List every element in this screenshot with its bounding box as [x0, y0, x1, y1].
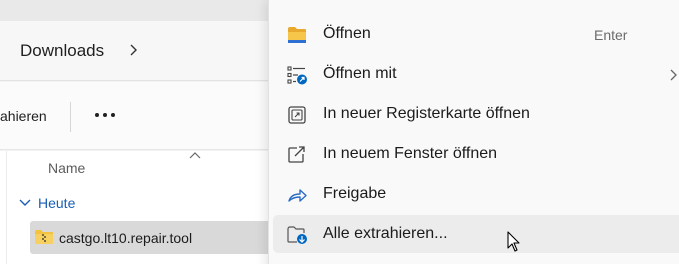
open-with-icon — [287, 66, 307, 85]
extract-all-icon — [287, 226, 307, 244]
submenu-arrow-icon — [670, 69, 677, 81]
context-menu: Öffnen Enter Öffnen mit In neuer Registe… — [268, 0, 679, 264]
menu-item-open-new-window[interactable]: In neuem Fenster öffnen — [273, 135, 679, 173]
menu-item-open-with[interactable]: Öffnen mit — [273, 55, 679, 93]
more-options-icon[interactable] — [92, 106, 118, 124]
menu-item-label: Öffnen mit — [323, 65, 397, 82]
sort-ascending-icon — [189, 152, 201, 159]
column-divider — [6, 151, 7, 264]
menu-item-label: Alle extrahieren... — [323, 225, 448, 242]
name-column-header[interactable]: Name — [48, 160, 85, 176]
zip-folder-icon — [35, 230, 53, 244]
new-tab-icon — [288, 106, 306, 124]
breadcrumb-downloads[interactable]: Downloads — [20, 41, 104, 61]
share-icon — [288, 189, 307, 202]
menu-item-share[interactable]: Freigabe — [273, 175, 679, 213]
toolbar-divider — [70, 102, 71, 132]
extract-all-toolbar-button[interactable]: ahieren — [0, 108, 47, 124]
file-name: castgo.lt10.repair.tool — [59, 230, 193, 246]
group-header-today[interactable]: Heute — [38, 195, 75, 211]
menu-item-label: In neuem Fenster öffnen — [323, 145, 498, 162]
menu-item-open[interactable]: Öffnen Enter — [273, 15, 679, 53]
folder-icon — [288, 27, 306, 43]
menu-item-label: Freigabe — [323, 185, 387, 202]
menu-item-label: Öffnen — [323, 25, 371, 42]
chevron-right-icon[interactable] — [128, 40, 140, 60]
mouse-pointer-icon — [507, 231, 520, 252]
menu-item-label: In neuer Registerkarte öffnen — [323, 105, 530, 122]
table-row[interactable]: castgo.lt10.repair.tool — [30, 221, 280, 254]
shortcut-hint: Enter — [594, 27, 628, 43]
menu-item-open-new-tab[interactable]: In neuer Registerkarte öffnen — [273, 95, 679, 133]
menu-item-extract-all[interactable]: Alle extrahieren... — [273, 215, 679, 253]
chevron-down-icon[interactable] — [18, 197, 32, 209]
new-window-icon — [288, 146, 305, 163]
